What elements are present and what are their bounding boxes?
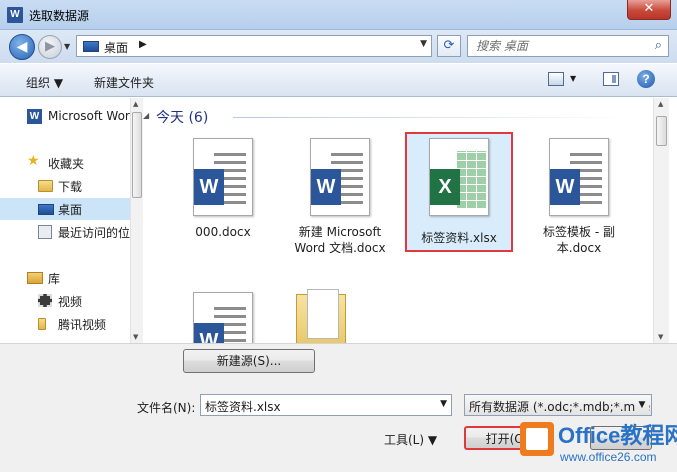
address-bar[interactable]: 桌面 ▶ ▼ <box>76 35 432 57</box>
forward-button[interactable]: ▶ <box>38 35 62 59</box>
download-folder-icon <box>38 180 53 192</box>
desktop-icon <box>38 204 54 215</box>
chevron-down-icon[interactable]: ▼ <box>635 396 649 414</box>
recent-locations-dropdown[interactable]: ▼ <box>64 42 70 51</box>
window-title: 选取数据源 <box>29 9 90 23</box>
group-header-today[interactable]: 今天 (6) <box>156 107 208 127</box>
help-icon[interactable]: ? <box>637 70 655 88</box>
spreadsheet-icon: X <box>429 138 489 216</box>
folder-icon <box>296 289 346 343</box>
scroll-down-icon[interactable]: ▼ <box>133 333 138 341</box>
sidebar-item-label: 库 <box>48 272 61 286</box>
breadcrumb-arrow-icon[interactable]: ▶ <box>139 39 147 50</box>
excel-icon: X <box>430 169 460 205</box>
word-icon: W <box>194 323 224 343</box>
group-divider <box>233 117 633 118</box>
word-icon: W <box>550 169 580 205</box>
file-item[interactable]: W 标签模板 - 副本.docx <box>527 134 635 255</box>
file-item-selected[interactable]: X 标签资料.xlsx <box>405 132 513 252</box>
sidebar-item-label: 下载 <box>58 180 83 194</box>
file-type-value: 所有数据源 (*.odc;*.mdb;*.mde <box>469 400 651 414</box>
recent-places-icon <box>38 225 52 239</box>
back-button[interactable]: ◀ <box>9 34 35 60</box>
scrollbar-thumb[interactable] <box>132 112 142 198</box>
file-item[interactable]: W 新建 Microsoft Word 文档.docx <box>288 134 396 255</box>
file-item[interactable]: W <box>171 288 279 343</box>
group-collapse-icon[interactable]: ◢ <box>143 111 149 120</box>
file-list: ◢ 今天 (6) W 000.docx W 新建 Microsoft Word … <box>143 98 653 343</box>
library-icon <box>27 272 43 284</box>
desktop-icon <box>83 41 99 52</box>
new-source-button[interactable]: 新建源(S)... <box>183 349 315 373</box>
word-icon: W <box>27 109 42 124</box>
folder-item[interactable] <box>288 288 396 343</box>
word-app-icon: W <box>7 7 23 23</box>
sidebar-item-tencent-video[interactable]: 腾讯视频 <box>0 313 130 335</box>
search-box[interactable]: ⌕ <box>467 35 669 57</box>
folder-icon <box>38 318 46 330</box>
sidebar-item-label: Microsoft Word <box>48 109 130 123</box>
search-input[interactable] <box>468 36 644 56</box>
organize-menu[interactable]: 组织 ▼ <box>26 74 63 91</box>
file-item[interactable]: W 000.docx <box>171 134 279 252</box>
sidebar-item-label: 桌面 <box>58 203 83 217</box>
file-name: 新建 Microsoft Word 文档.docx <box>294 225 386 255</box>
address-dropdown-icon[interactable]: ▼ <box>420 39 427 49</box>
close-button[interactable]: ✕ <box>627 0 671 20</box>
file-name: 标签资料.xlsx <box>421 231 497 245</box>
breadcrumb-desktop[interactable]: 桌面 <box>104 39 128 56</box>
sidebar-item-label: 收藏夹 <box>48 157 85 171</box>
sidebar-item-recent-places[interactable]: 最近访问的位置 <box>0 221 130 243</box>
preview-pane-icon[interactable] <box>603 72 619 86</box>
video-icon <box>38 294 52 307</box>
change-view-icon[interactable] <box>548 72 564 86</box>
sidebar-item-downloads[interactable]: 下载 <box>0 175 130 197</box>
document-icon: W <box>549 138 609 216</box>
sheet-grid <box>456 151 486 209</box>
open-button[interactable]: 打开(O) <box>464 426 550 450</box>
sidebar-item-favorites[interactable]: ★ 收藏夹 <box>0 152 130 174</box>
star-icon: ★ <box>27 153 40 169</box>
new-folder-button[interactable]: 新建文件夹 <box>94 74 154 91</box>
sidebar-item-label: 最近访问的位置 <box>58 226 130 240</box>
filename-value: 标签资料.xlsx <box>205 400 281 414</box>
sidebar-item-microsoft-word[interactable]: W Microsoft Word <box>0 106 130 128</box>
document-icon: W <box>193 138 253 216</box>
file-type-select[interactable]: 所有数据源 (*.odc;*.mdb;*.mde ▼ <box>464 394 652 416</box>
document-icon: W <box>310 138 370 216</box>
title-bar: W 选取数据源 ✕ <box>0 0 677 30</box>
sidebar-item-videos[interactable]: 视频 <box>0 290 130 312</box>
search-icon[interactable]: ⌕ <box>655 38 662 53</box>
sidebar-item-desktop[interactable]: 桌面 <box>0 198 130 220</box>
refresh-button[interactable]: ⟳ <box>437 35 461 57</box>
filename-label: 文件名(N): <box>137 401 196 415</box>
scroll-up-icon[interactable]: ▲ <box>133 100 138 108</box>
sidebar-item-label: 视频 <box>58 295 83 309</box>
sidebar-item-libraries[interactable]: 库 <box>0 267 130 289</box>
filename-field[interactable]: 标签资料.xlsx ▼ <box>200 394 452 416</box>
cancel-button[interactable]: 取消 <box>590 426 652 450</box>
scroll-down-icon[interactable]: ▼ <box>658 333 663 341</box>
view-dropdown-icon[interactable]: ▼ <box>570 74 576 83</box>
chevron-down-icon[interactable]: ▼ <box>440 399 447 409</box>
word-icon: W <box>194 169 224 205</box>
word-icon: W <box>311 169 341 205</box>
content-scrollbar[interactable]: ▲ ▼ <box>653 98 669 343</box>
file-name: 标签模板 - 副本.docx <box>543 225 615 255</box>
tools-menu[interactable]: 工具(L) ▼ <box>384 431 437 448</box>
file-name: 000.docx <box>195 225 251 239</box>
sidebar-scrollbar[interactable]: ▲ ▼ <box>130 98 143 343</box>
scrollbar-thumb[interactable] <box>656 116 667 146</box>
navigation-pane: W Microsoft Word ★ 收藏夹 下载 桌面 最近访问的位置 库 视… <box>0 98 143 343</box>
scroll-up-icon[interactable]: ▲ <box>658 100 663 108</box>
sidebar-item-label: 腾讯视频 <box>58 318 107 332</box>
dialog-footer: 新建源(S)... 文件名(N): 标签资料.xlsx ▼ 所有数据源 (*.o… <box>0 343 677 472</box>
document-icon: W <box>193 292 253 343</box>
